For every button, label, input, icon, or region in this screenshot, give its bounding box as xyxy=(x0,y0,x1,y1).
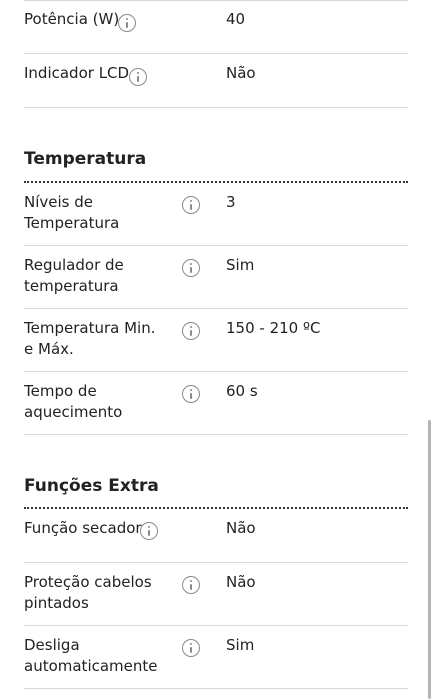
spec-label: Função secador xyxy=(24,519,142,537)
spec-row-temp-levels: Níveis de Temperatura 3 xyxy=(24,183,408,246)
spec-row-dyed-hair: Proteção cabelos pintados Não xyxy=(24,563,408,626)
spec-row-heat-time: Tempo de aquecimento 60 s xyxy=(24,372,408,435)
spec-value: Não xyxy=(226,573,256,591)
spec-row-power: Potência (W) 40 xyxy=(24,0,408,54)
spec-value: 60 s xyxy=(226,382,258,400)
spec-row-lcd: Indicador LCD Não xyxy=(24,54,408,108)
spec-value: 150 - 210 ºC xyxy=(226,319,321,337)
info-icon[interactable] xyxy=(129,68,147,86)
spec-value: 3 xyxy=(226,193,236,211)
spec-value: Sim xyxy=(226,256,255,274)
info-icon[interactable] xyxy=(182,576,200,594)
spec-label: Potência (W) xyxy=(24,10,120,28)
spec-label: Proteção cabelos pintados xyxy=(24,573,152,612)
spec-label: Níveis de Temperatura xyxy=(24,193,120,232)
section-title-extra-functions: Funções Extra xyxy=(24,476,159,496)
spec-value: 40 xyxy=(226,10,246,28)
spec-label: Tempo de aquecimento xyxy=(24,382,123,421)
spec-label: Desliga automaticamente xyxy=(24,636,158,675)
spec-label: Indicador LCD xyxy=(24,64,130,82)
section-title-temperature: Temperatura xyxy=(24,149,147,169)
scrollbar[interactable] xyxy=(428,420,431,699)
spec-value: Não xyxy=(226,519,256,537)
spec-value: Não xyxy=(226,64,256,82)
spec-row-temp-range: Temperatura Min. e Máx. 150 - 210 ºC xyxy=(24,309,408,372)
spec-row-temp-regulator: Regulador de temperatura Sim xyxy=(24,246,408,309)
info-icon[interactable] xyxy=(182,259,200,277)
spec-value: Sim xyxy=(226,636,255,654)
spec-label: Regulador de temperatura xyxy=(24,256,124,295)
info-icon[interactable] xyxy=(182,385,200,403)
info-icon[interactable] xyxy=(118,14,136,32)
spec-row-dryer: Função secador Não xyxy=(24,509,408,563)
info-icon[interactable] xyxy=(182,322,200,340)
info-icon[interactable] xyxy=(182,196,200,214)
info-icon[interactable] xyxy=(182,639,200,657)
info-icon[interactable] xyxy=(140,522,158,540)
product-specs-page: Potência (W) 40 Indicador LCD Não Temper… xyxy=(0,0,432,699)
spec-row-auto-off: Desliga automaticamente Sim xyxy=(24,626,408,689)
spec-label: Temperatura Min. e Máx. xyxy=(24,319,156,358)
